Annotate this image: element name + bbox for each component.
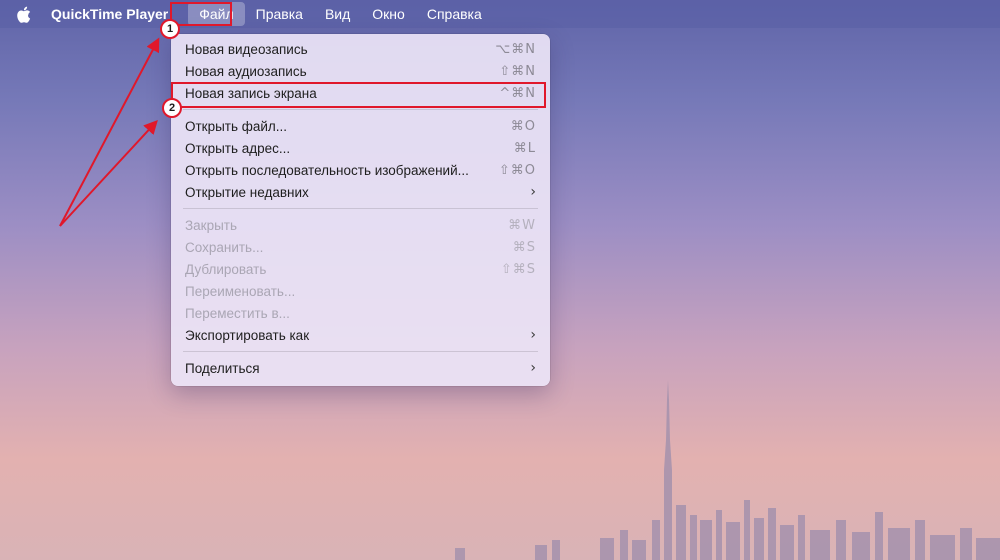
- step-badge-1: 1: [160, 19, 180, 39]
- arrow-to-screen-recording: [59, 119, 158, 227]
- arrow-to-file-menu: [59, 37, 160, 227]
- step-badge-2: 2: [162, 98, 182, 118]
- annotation-arrows: [59, 37, 160, 227]
